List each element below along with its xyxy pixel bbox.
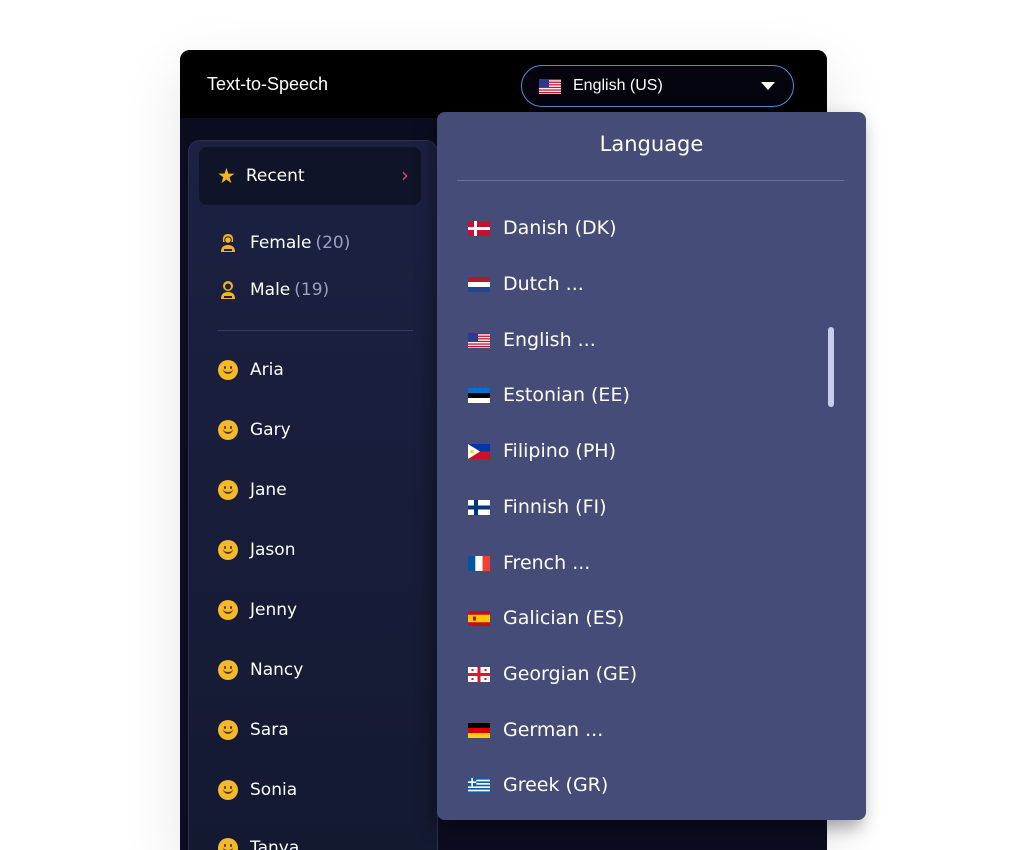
smiley-icon bbox=[218, 360, 238, 380]
filter-label: Male bbox=[250, 280, 291, 300]
language-option-galician[interactable]: Galician (ES) bbox=[468, 603, 624, 633]
voice-item-jane[interactable]: Jane bbox=[218, 480, 287, 500]
flag-de-icon bbox=[468, 722, 490, 738]
smiley-icon bbox=[218, 660, 238, 680]
language-option-finnish[interactable]: Finnish (FI) bbox=[468, 492, 607, 522]
flag-ph-icon bbox=[468, 443, 490, 459]
language-option-label: Danish (DK) bbox=[503, 217, 617, 239]
voice-sidebar: ★ Recent › Female (20) Male (19) Aria Ga… bbox=[188, 140, 438, 850]
language-panel-divider bbox=[457, 180, 844, 181]
language-option-dutch[interactable]: Dutch ... bbox=[468, 269, 584, 299]
sidebar-item-label: Recent bbox=[245, 166, 305, 186]
voice-name: Gary bbox=[250, 420, 291, 440]
voice-name: Jenny bbox=[250, 600, 298, 620]
language-option-label: Estonian (EE) bbox=[503, 384, 630, 406]
flag-dk-icon bbox=[468, 220, 490, 236]
voice-item-sonia[interactable]: Sonia bbox=[218, 780, 297, 800]
language-option-label: Finnish (FI) bbox=[503, 496, 607, 518]
flag-gr-icon bbox=[468, 777, 490, 793]
smiley-icon bbox=[218, 720, 238, 740]
flag-nl-icon bbox=[468, 276, 490, 292]
voice-name: Jane bbox=[250, 480, 287, 500]
voice-name: Jason bbox=[250, 540, 296, 560]
language-option-label: Georgian (GE) bbox=[503, 663, 638, 685]
smiley-icon bbox=[218, 540, 238, 560]
language-option-danish[interactable]: Danish (DK) bbox=[468, 213, 617, 243]
voice-item-tanya[interactable]: Tanya bbox=[218, 838, 299, 850]
language-panel-scrollbar[interactable] bbox=[828, 327, 834, 407]
flag-fi-icon bbox=[468, 499, 490, 515]
voice-name: Tanya bbox=[250, 838, 300, 850]
language-option-english[interactable]: English ... bbox=[468, 325, 596, 355]
voice-item-jenny[interactable]: Jenny bbox=[218, 600, 297, 620]
smiley-icon bbox=[218, 480, 238, 500]
filter-label: Female bbox=[250, 233, 312, 253]
language-option-german[interactable]: German ... bbox=[468, 715, 603, 745]
voice-name: Sara bbox=[250, 720, 289, 740]
flag-ge-icon bbox=[468, 666, 490, 682]
language-option-estonian[interactable]: Estonian (EE) bbox=[468, 380, 630, 410]
language-option-label: French ... bbox=[503, 552, 591, 574]
flag-es-icon bbox=[468, 610, 490, 626]
female-icon bbox=[218, 233, 238, 253]
language-option-label: English ... bbox=[503, 329, 596, 351]
smiley-icon bbox=[218, 600, 238, 620]
app-header: Text-to-Speech English (US) bbox=[180, 50, 827, 118]
voice-item-sara[interactable]: Sara bbox=[218, 720, 289, 740]
voice-item-aria[interactable]: Aria bbox=[218, 360, 284, 380]
filter-count: (19) bbox=[294, 280, 330, 300]
language-option-label: Greek (GR) bbox=[503, 774, 609, 796]
language-option-french[interactable]: French ... bbox=[468, 548, 590, 578]
language-panel-title: Language bbox=[599, 132, 704, 156]
flag-us-icon bbox=[539, 78, 561, 94]
language-option-label: Dutch ... bbox=[503, 273, 584, 295]
star-icon: ★ bbox=[217, 163, 236, 188]
voice-item-nancy[interactable]: Nancy bbox=[218, 660, 303, 680]
language-option-filipino[interactable]: Filipino (PH) bbox=[468, 436, 616, 466]
language-dropdown-panel: Language Danish (DK) Dutch ... English .… bbox=[437, 112, 866, 820]
language-option-label: Filipino (PH) bbox=[503, 440, 616, 462]
chevron-right-icon: › bbox=[401, 163, 409, 187]
smiley-icon bbox=[218, 838, 238, 850]
filter-female[interactable]: Female (20) bbox=[218, 233, 350, 253]
flag-ee-icon bbox=[468, 387, 490, 403]
sidebar-item-recent[interactable]: ★ Recent › bbox=[199, 147, 421, 205]
voice-item-gary[interactable]: Gary bbox=[218, 420, 291, 440]
smiley-icon bbox=[218, 780, 238, 800]
chevron-down-icon bbox=[761, 82, 775, 90]
app-title: Text-to-Speech bbox=[207, 74, 329, 94]
flag-us-icon bbox=[468, 332, 490, 348]
filter-male[interactable]: Male (19) bbox=[218, 280, 329, 300]
flag-fr-icon bbox=[468, 555, 490, 571]
language-option-label: German ... bbox=[503, 719, 604, 741]
language-option-georgian[interactable]: Georgian (GE) bbox=[468, 659, 637, 689]
language-select-value: English (US) bbox=[573, 77, 663, 94]
language-select[interactable]: English (US) bbox=[521, 65, 794, 107]
voice-name: Nancy bbox=[250, 660, 304, 680]
smiley-icon bbox=[218, 420, 238, 440]
filter-count: (20) bbox=[315, 233, 351, 253]
male-icon bbox=[218, 280, 238, 300]
voice-item-jason[interactable]: Jason bbox=[218, 540, 295, 560]
voice-name: Sonia bbox=[250, 780, 298, 800]
language-option-label: Galician (ES) bbox=[503, 607, 625, 629]
voice-name: Aria bbox=[250, 360, 284, 380]
sidebar-divider bbox=[217, 330, 413, 331]
language-option-greek[interactable]: Greek (GR) bbox=[468, 770, 608, 800]
